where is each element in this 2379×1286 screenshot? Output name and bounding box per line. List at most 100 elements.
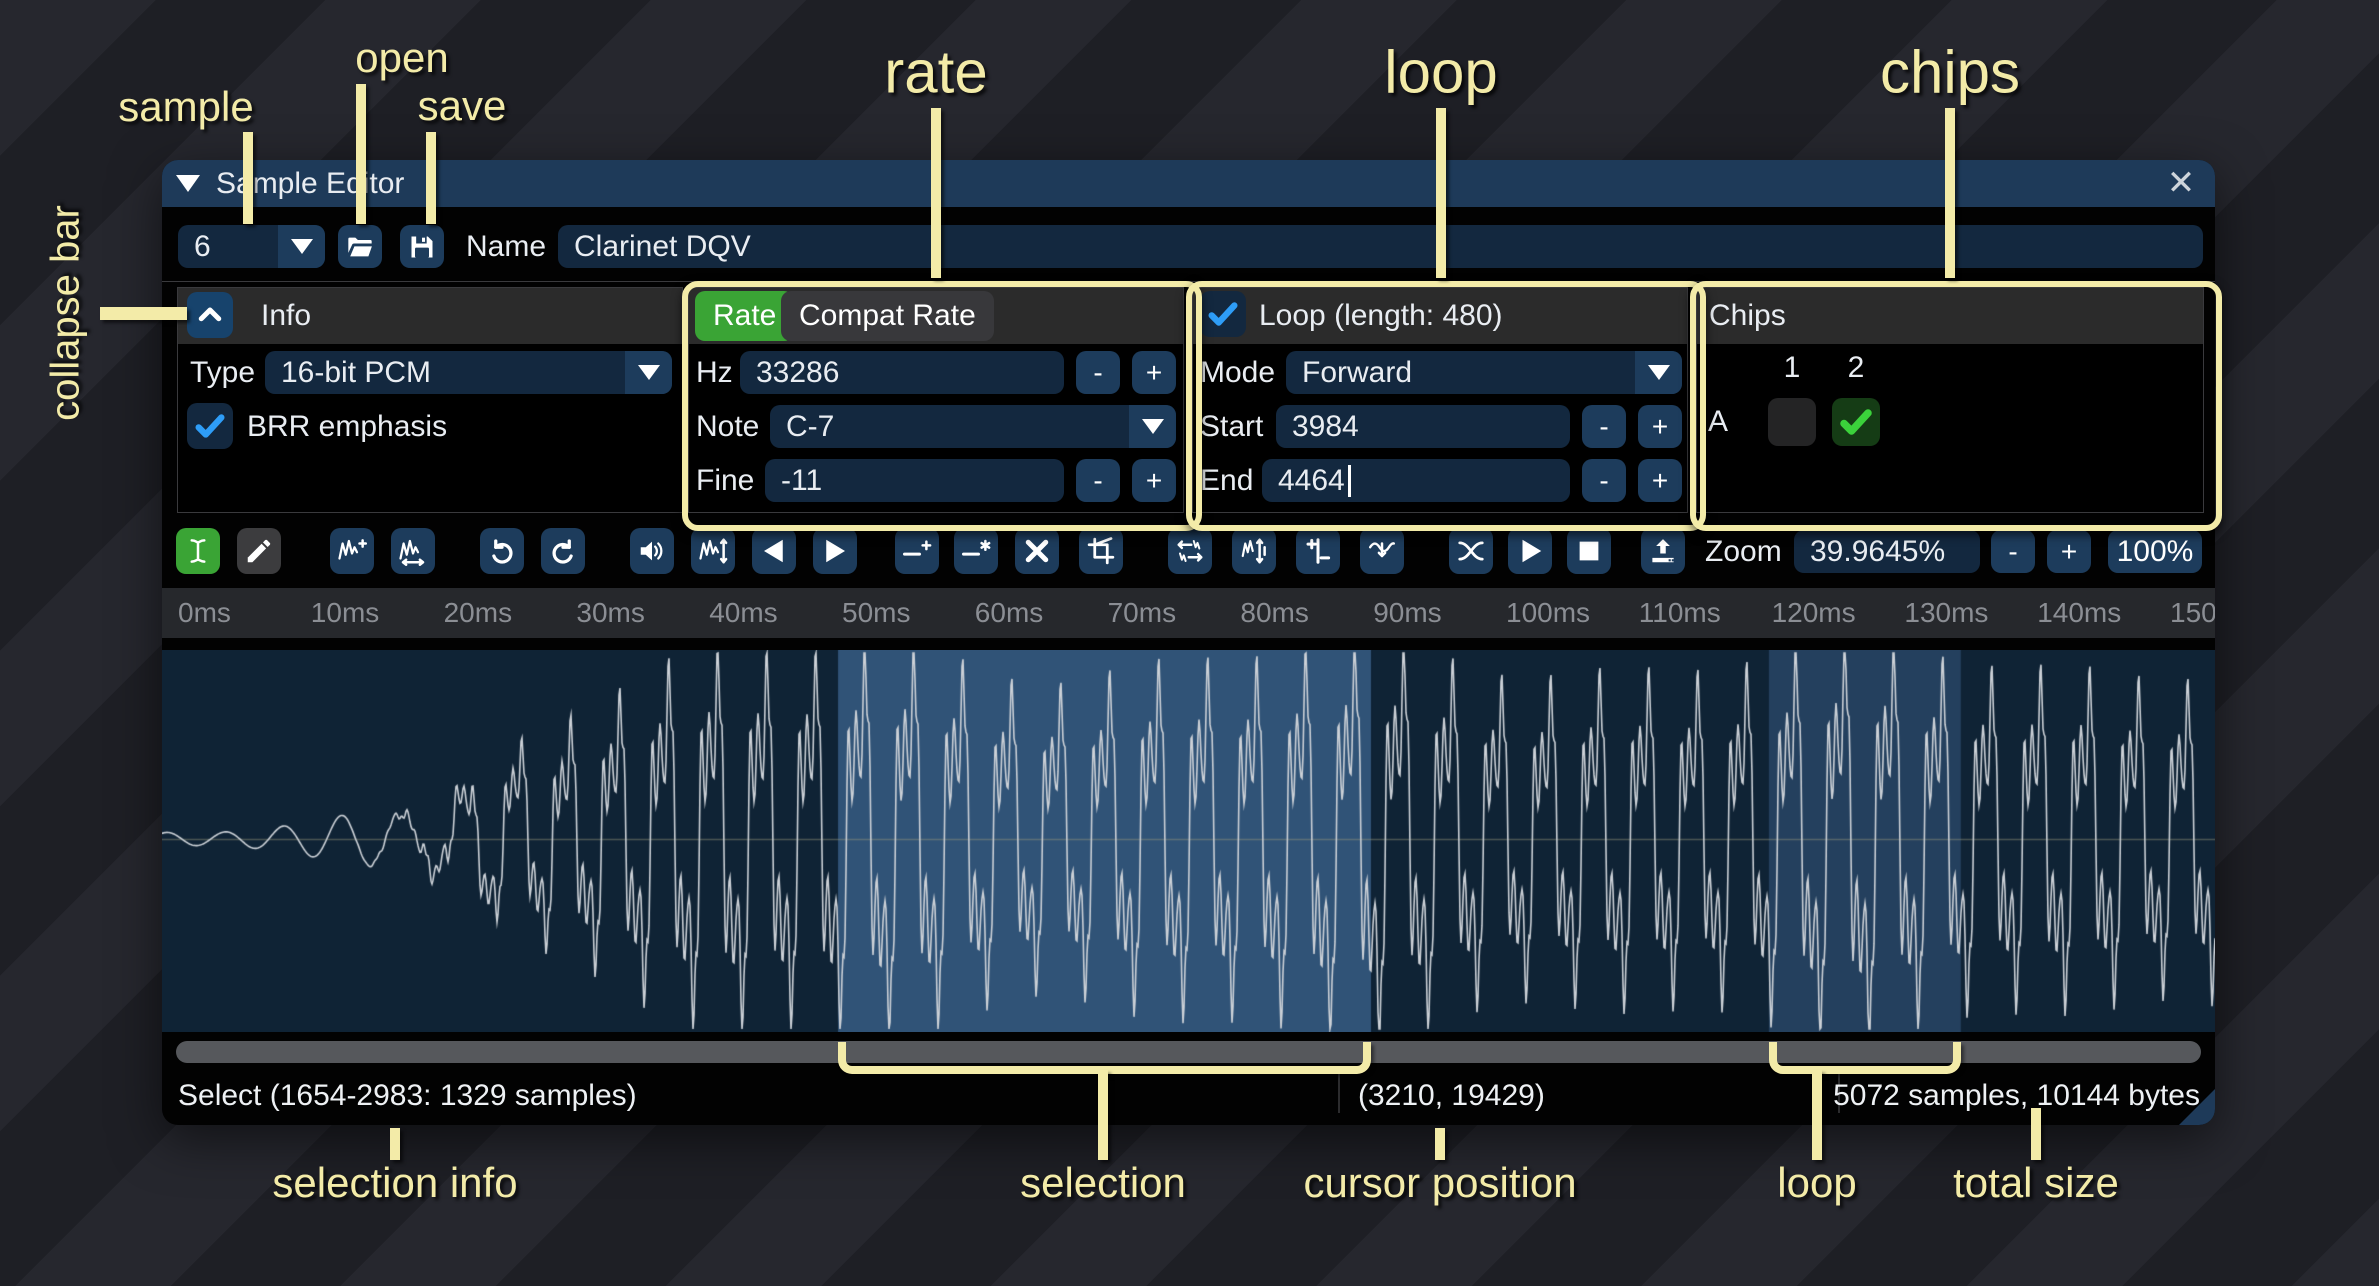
start-plus-button[interactable]: +	[1638, 405, 1682, 448]
toolbar-normalize-button[interactable]	[691, 528, 735, 574]
fine-plus-button[interactable]: +	[1132, 459, 1176, 502]
brr-emphasis-checkbox[interactable]	[187, 403, 233, 449]
toolbar-stop-preview-button[interactable]	[1567, 528, 1611, 574]
hz-input[interactable]: 33286	[740, 351, 1064, 394]
time-ruler[interactable]: 0ms10ms20ms30ms40ms50ms60ms70ms80ms90ms1…	[162, 588, 2215, 638]
toolbar-fade-in-button[interactable]	[752, 528, 796, 574]
chip-column-1: 1	[1774, 350, 1810, 386]
sample-editor-window: Sample Editor ✕ 6 Name Clarinet DQV	[162, 160, 2215, 1125]
insert-silence-icon	[902, 536, 932, 566]
info-panel-header: Info	[178, 288, 682, 344]
compat-rate-tab[interactable]: Compat Rate	[781, 291, 994, 341]
hz-minus-button[interactable]: -	[1076, 351, 1120, 394]
sample-type-select[interactable]: 16-bit PCM	[265, 351, 672, 394]
sample-selector[interactable]: 6	[178, 225, 325, 268]
invert-icon	[1239, 536, 1269, 566]
toolbar-delete-button[interactable]	[1015, 528, 1059, 574]
waveform-display[interactable]	[162, 650, 2215, 1032]
annotation-collapse-bar: collapse bar	[44, 205, 89, 421]
toolbar-edit-mode-select-button[interactable]	[176, 528, 220, 574]
toolbar-edit-mode-draw-button[interactable]	[237, 528, 281, 574]
zoom-in-button[interactable]: +	[2047, 530, 2091, 573]
check-icon	[193, 409, 227, 443]
toolbar-trim-button[interactable]	[1079, 528, 1123, 574]
chevron-down-icon[interactable]	[278, 225, 325, 268]
toolbar-resize-button[interactable]	[330, 528, 374, 574]
save-sample-button[interactable]	[400, 225, 444, 268]
toolbar-insert-silence-button[interactable]	[895, 528, 939, 574]
note-label: Note	[696, 405, 759, 448]
annotation-rate: rate	[884, 38, 987, 107]
loop-mode-select[interactable]: Forward	[1286, 351, 1682, 394]
zoom-input[interactable]: 39.9645%	[1794, 530, 1980, 573]
start-minus-button[interactable]: -	[1582, 405, 1626, 448]
ruler-tick-label: 90ms	[1373, 597, 1441, 629]
toolbar-fade-out-button[interactable]	[813, 528, 857, 574]
toolbar-sign-button[interactable]	[1296, 528, 1340, 574]
annotation-line-loop	[1436, 108, 1446, 278]
toolbar-crossfade-button[interactable]	[1449, 528, 1493, 574]
annotation-line-selection	[1098, 1070, 1108, 1160]
total-size-text: 5072 samples, 10144 bytes	[1833, 1079, 2200, 1113]
annotation-total-size: total size	[1953, 1159, 2119, 1207]
end-minus-button[interactable]: -	[1582, 459, 1626, 502]
screenshot-stage: Sample Editor ✕ 6 Name Clarinet DQV	[0, 0, 2379, 1286]
toolbar-preview-button[interactable]	[1508, 528, 1552, 574]
stop-icon	[1574, 536, 1604, 566]
annotation-line-selection-info	[390, 1128, 400, 1160]
name-label: Name	[466, 225, 546, 268]
sample-name-value: Clarinet DQV	[574, 230, 751, 264]
info-panel-title: Info	[261, 299, 311, 333]
chip-1-checkbox[interactable]	[1768, 398, 1816, 446]
toolbar-reverse-button[interactable]	[1168, 528, 1212, 574]
toolbar-create-instrument-button[interactable]	[1641, 528, 1685, 574]
toolbar-undo-button[interactable]	[480, 528, 524, 574]
toolbar-resample-button[interactable]	[391, 528, 435, 574]
chevron-down-icon[interactable]	[1129, 405, 1176, 448]
toolbar-redo-button[interactable]	[541, 528, 585, 574]
chips-panel-header: Chips	[1697, 288, 2203, 344]
chevron-down-icon[interactable]	[1635, 351, 1682, 394]
fine-value: -11	[781, 464, 822, 498]
open-sample-button[interactable]	[338, 225, 382, 268]
loop-panel-header: Loop (length: 480)	[1193, 288, 1687, 344]
loop-enable-checkbox[interactable]	[1200, 291, 1246, 337]
hz-plus-button[interactable]: +	[1132, 351, 1176, 394]
cursor-position-text: (3210, 19429)	[1358, 1079, 1545, 1113]
window-collapse-icon[interactable]	[176, 175, 200, 192]
chevron-down-icon[interactable]	[625, 351, 672, 394]
zoom-reset-button[interactable]: 100%	[2108, 530, 2202, 573]
save-icon	[408, 233, 436, 261]
loop-start-input[interactable]: 3984	[1276, 405, 1570, 448]
ruler-tick-label: 0ms	[178, 597, 231, 629]
status-bar: Select (1654-2983: 1329 samples) (3210, …	[162, 1065, 2215, 1125]
annotation-loop-bottom: loop	[1777, 1159, 1856, 1207]
end-plus-button[interactable]: +	[1638, 459, 1682, 502]
info-collapse-button[interactable]	[187, 292, 233, 338]
apply-silence-icon	[961, 536, 991, 566]
toolbar-apply-silence-button[interactable]	[954, 528, 998, 574]
window-resize-grip[interactable]	[2175, 1085, 2215, 1125]
toolbar-filter-button[interactable]	[1360, 528, 1404, 574]
fine-input[interactable]: -11	[765, 459, 1064, 502]
zoom-out-button[interactable]: -	[1991, 530, 2035, 573]
fine-minus-button[interactable]: -	[1076, 459, 1120, 502]
sample-name-input[interactable]: Clarinet DQV	[558, 225, 2203, 268]
title-bar[interactable]: Sample Editor ✕	[162, 160, 2215, 207]
toolbar-amplify-button[interactable]	[630, 528, 674, 574]
note-select[interactable]: C-7	[770, 405, 1176, 448]
ruler-tick-label: 30ms	[576, 597, 644, 629]
loop-mode-value: Forward	[1302, 356, 1412, 390]
ruler-tick-label: 150ms	[2170, 597, 2215, 629]
ruler-tick-label: 140ms	[2037, 597, 2121, 629]
ruler-tick-label: 100ms	[1506, 597, 1590, 629]
normalize-icon	[698, 536, 728, 566]
toolbar-invert-button[interactable]	[1232, 528, 1276, 574]
rate-tab[interactable]: Rate	[695, 291, 794, 341]
chip-2-checkbox[interactable]	[1832, 398, 1880, 446]
ruler-tick-label: 40ms	[709, 597, 777, 629]
annotation-line-open	[356, 84, 366, 224]
close-icon[interactable]: ✕	[2163, 165, 2199, 201]
loop-end-input[interactable]: 4464	[1262, 459, 1570, 502]
ruler-tick-label: 10ms	[311, 597, 379, 629]
